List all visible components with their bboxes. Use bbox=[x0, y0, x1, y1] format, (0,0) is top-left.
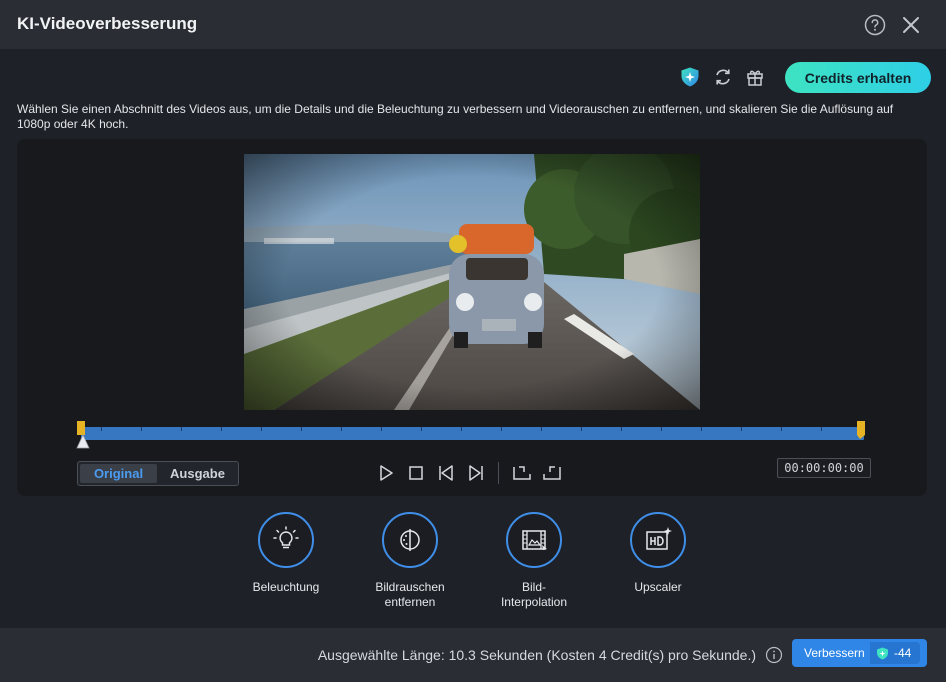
timeline-tick bbox=[461, 427, 462, 431]
timeline-tick bbox=[101, 427, 102, 431]
gift-icon bbox=[747, 70, 763, 86]
set-start-icon bbox=[513, 466, 531, 480]
original-view-button[interactable]: Original bbox=[80, 464, 157, 483]
timeline-tick bbox=[701, 427, 702, 431]
info-button[interactable] bbox=[765, 646, 783, 664]
timeline-tick bbox=[221, 427, 222, 431]
previous-frame-icon bbox=[439, 465, 453, 481]
gift-button[interactable] bbox=[744, 66, 766, 88]
footer-bar: Ausgewählte Länge: 10.3 Sekunden (Kosten… bbox=[0, 628, 946, 682]
title-bar: KI-Videoverbesserung bbox=[0, 0, 946, 49]
set-end-icon bbox=[543, 466, 561, 480]
tool-denoise-label: Bildrauschen entfernen bbox=[375, 580, 445, 609]
controls-divider bbox=[498, 462, 499, 484]
timeline-tick bbox=[261, 427, 262, 431]
tool-upscaler-circle bbox=[630, 512, 686, 568]
tool-interpolation-label: Bild-Interpolation bbox=[500, 580, 568, 609]
tool-interpolation-circle bbox=[506, 512, 562, 568]
timeline-tick bbox=[581, 427, 582, 431]
start-handle-icon bbox=[76, 421, 90, 449]
play-icon bbox=[380, 465, 393, 481]
enhance-button-label: Verbessern bbox=[804, 646, 865, 660]
tool-denoise[interactable]: Bildrauschen entfernen bbox=[355, 512, 465, 610]
timeline-tick bbox=[141, 427, 142, 431]
denoise-icon bbox=[400, 529, 420, 551]
description-text: Wählen Sie einen Abschnitt des Videos au… bbox=[17, 102, 894, 131]
end-handle-icon bbox=[857, 421, 865, 439]
video-frame bbox=[244, 154, 700, 410]
timeline-tick bbox=[781, 427, 782, 431]
timeline-tick bbox=[741, 427, 742, 431]
timeline-tick bbox=[621, 427, 622, 431]
selection-info: Ausgewählte Länge: 10.3 Sekunden (Kosten… bbox=[317, 647, 756, 663]
timeline-tick bbox=[661, 427, 662, 431]
timeline-tick bbox=[301, 427, 302, 431]
tool-interpolation[interactable]: Bild-Interpolation bbox=[479, 512, 589, 610]
refresh-icon bbox=[716, 69, 730, 85]
ai-shield-icon bbox=[681, 67, 699, 87]
window-title: KI-Videoverbesserung bbox=[17, 14, 198, 33]
enhance-cost-value: -44 bbox=[894, 646, 912, 660]
set-end-button[interactable] bbox=[541, 463, 563, 483]
refresh-button[interactable] bbox=[712, 66, 734, 88]
stop-icon bbox=[409, 466, 423, 480]
timeline-tick bbox=[541, 427, 542, 431]
tool-lighting-label: Beleuchtung bbox=[252, 580, 320, 594]
lightbulb-icon bbox=[273, 526, 299, 549]
credit-shield-icon bbox=[877, 647, 888, 660]
timeline-tick bbox=[421, 427, 422, 431]
hd-upscale-icon bbox=[646, 527, 672, 550]
play-button[interactable] bbox=[376, 463, 396, 483]
credits-button[interactable]: Credits erhalten bbox=[785, 62, 931, 93]
close-icon bbox=[903, 17, 919, 33]
previous-frame-button[interactable] bbox=[436, 463, 456, 483]
info-icon bbox=[765, 646, 783, 664]
output-view-button[interactable]: Ausgabe bbox=[159, 464, 236, 483]
enhance-cost-badge: -44 bbox=[870, 642, 920, 664]
timeline-tick bbox=[341, 427, 342, 431]
tool-lighting-circle bbox=[258, 512, 314, 568]
preview-panel: Original Ausgabe 00:00:00:00 bbox=[17, 139, 927, 496]
timecode-display: 00:00:00:00 bbox=[777, 458, 871, 478]
video-preview[interactable] bbox=[244, 154, 700, 410]
close-button[interactable] bbox=[899, 13, 923, 37]
help-button[interactable] bbox=[863, 13, 887, 37]
stop-button[interactable] bbox=[406, 463, 426, 483]
set-start-button[interactable] bbox=[511, 463, 533, 483]
timeline-track[interactable] bbox=[81, 427, 864, 440]
tool-upscaler-label: Upscaler bbox=[634, 580, 682, 594]
tool-lighting[interactable]: Beleuchtung bbox=[231, 512, 341, 595]
tool-upscaler[interactable]: Upscaler bbox=[603, 512, 713, 595]
timeline-start-handle[interactable] bbox=[76, 421, 90, 451]
film-interpolation-icon bbox=[522, 530, 547, 550]
ai-shield-button[interactable] bbox=[679, 66, 701, 88]
next-frame-button[interactable] bbox=[466, 463, 486, 483]
view-toggle: Original Ausgabe bbox=[77, 461, 239, 486]
timeline-end-handle[interactable] bbox=[856, 421, 866, 441]
help-icon bbox=[864, 14, 886, 36]
enhance-button[interactable]: Verbessern -44 bbox=[792, 639, 927, 667]
timeline-tick bbox=[821, 427, 822, 431]
tool-denoise-circle bbox=[382, 512, 438, 568]
timeline-tick bbox=[381, 427, 382, 431]
timeline-tick bbox=[501, 427, 502, 431]
timeline-tick bbox=[181, 427, 182, 431]
next-frame-icon bbox=[469, 465, 483, 481]
